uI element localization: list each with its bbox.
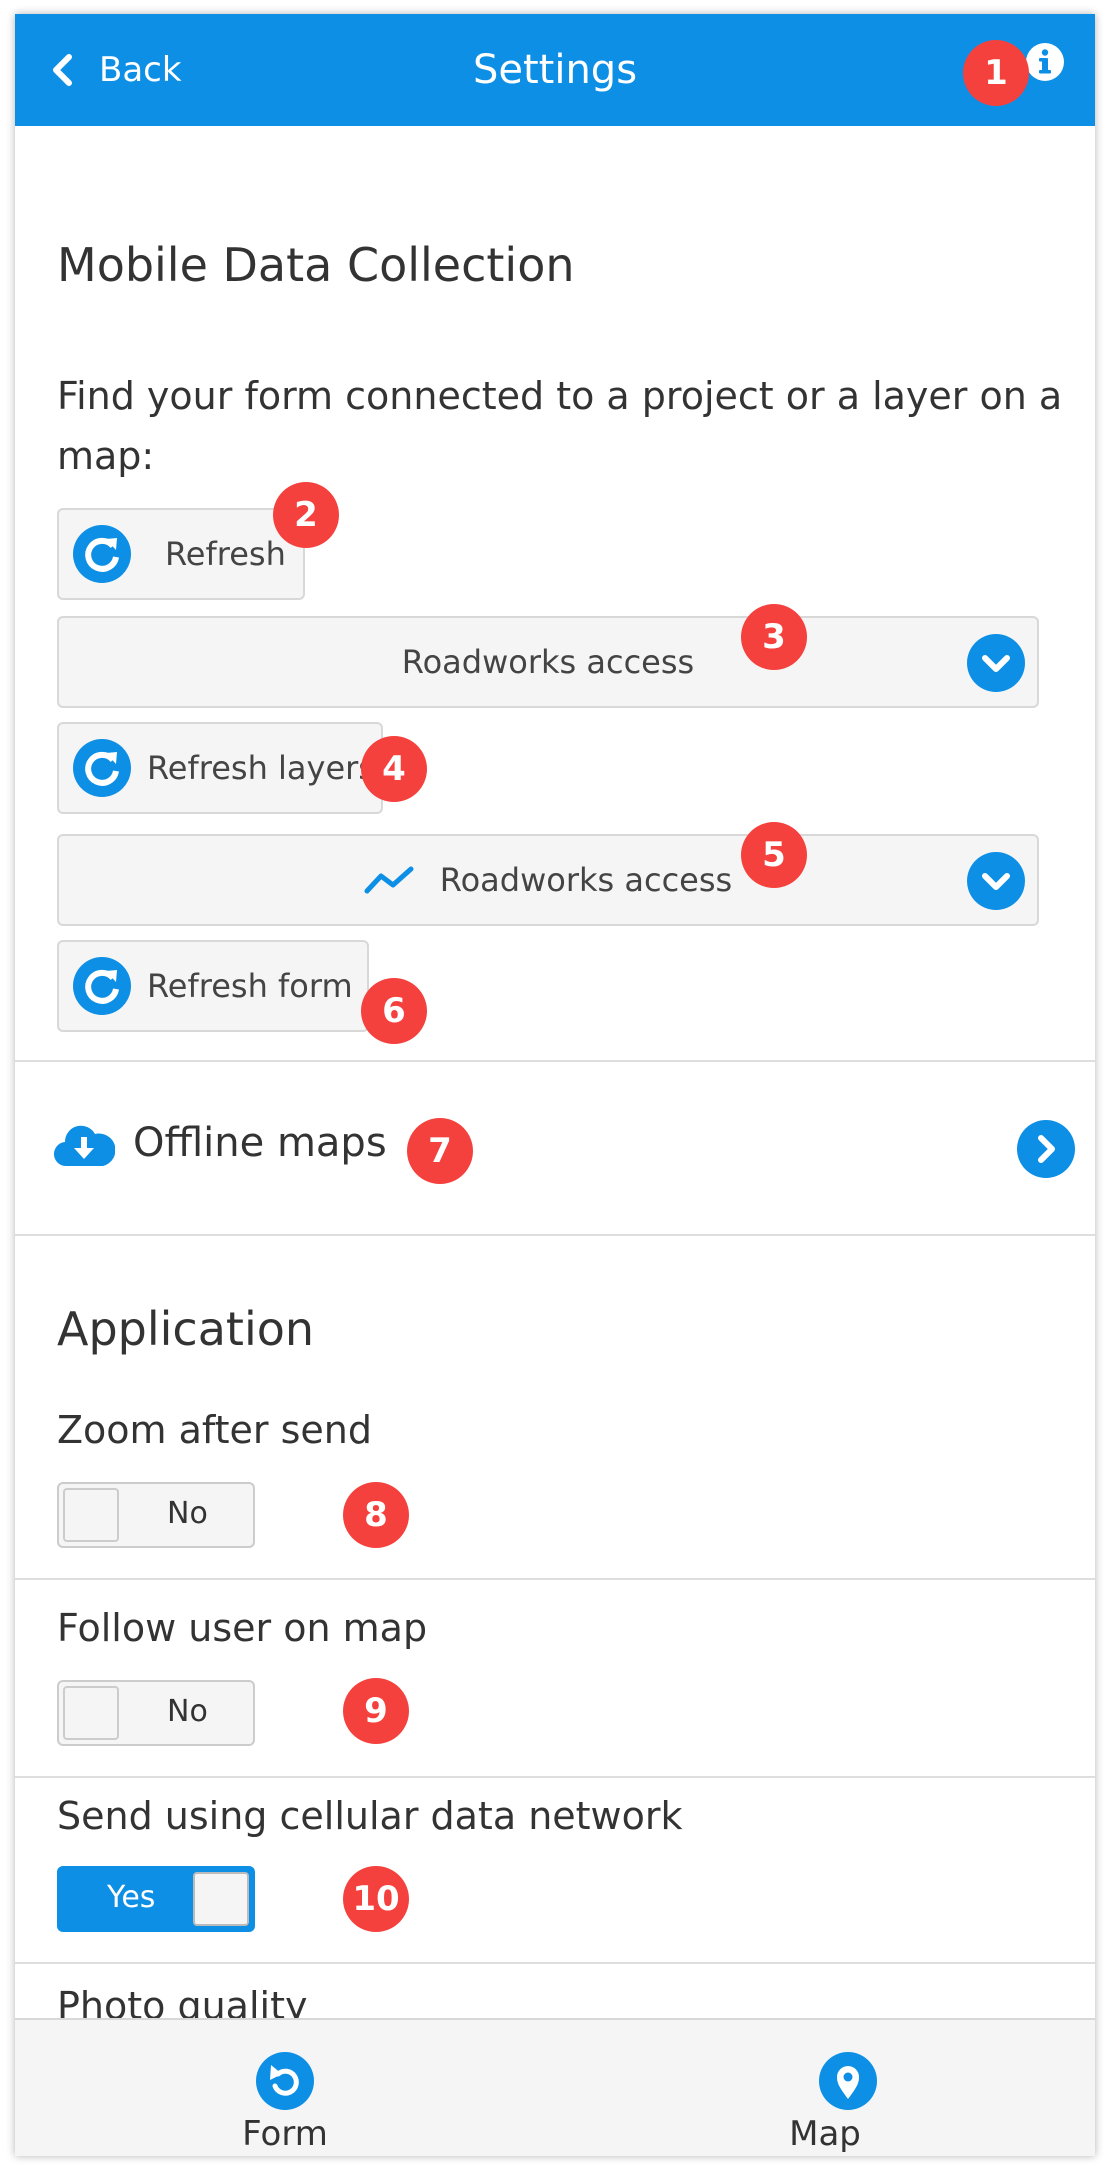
refresh-form-button[interactable]: Refresh form	[57, 940, 369, 1032]
follow-user-label: Follow user on map	[57, 1606, 428, 1650]
toggle-knob	[193, 1872, 249, 1926]
toggle-knob	[63, 1686, 119, 1740]
chevron-left-icon	[53, 54, 72, 86]
annotation-marker-4: 4	[361, 736, 427, 802]
refresh-layers-label: Refresh layers	[147, 749, 375, 787]
header-bar: Back Settings 1	[15, 14, 1095, 126]
divider	[15, 1578, 1095, 1580]
settings-content[interactable]: Mobile Data Collection Find your form co…	[15, 126, 1095, 2018]
layer-select[interactable]: Roadworks access	[57, 834, 1039, 926]
project-select[interactable]: Roadworks access	[57, 616, 1039, 708]
divider	[15, 1776, 1095, 1778]
intro-text: Find your form connected to a project or…	[57, 374, 1063, 478]
offline-maps-label: Offline maps	[133, 1120, 387, 1166]
annotation-marker-9: 9	[343, 1678, 409, 1744]
divider	[15, 1234, 1095, 1236]
annotation-marker-3: 3	[741, 604, 807, 670]
toggle-knob	[63, 1488, 119, 1542]
back-button[interactable]: Back	[49, 40, 219, 100]
cellular-data-toggle[interactable]: Yes	[57, 1866, 255, 1932]
toggle-state: No	[167, 1496, 208, 1531]
project-select-value: Roadworks access	[401, 643, 695, 681]
chevron-down-icon	[967, 852, 1025, 910]
refresh-icon	[73, 525, 131, 583]
toggle-state: No	[167, 1694, 208, 1729]
annotation-marker-6: 6	[361, 978, 427, 1044]
follow-user-toggle[interactable]: No	[57, 1680, 255, 1746]
line-layer-icon	[364, 866, 414, 894]
tab-form-label: Form	[242, 2114, 328, 2154]
annotation-marker-10: 10	[343, 1866, 409, 1932]
photo-quality-label: Photo quality	[57, 1984, 308, 2018]
annotation-marker-2: 2	[273, 482, 339, 548]
refresh-form-label: Refresh form	[147, 967, 353, 1005]
undo-icon	[256, 2052, 314, 2110]
section-title-mobile-data-collection: Mobile Data Collection	[57, 238, 575, 292]
bottom-tab-bar: Form Map	[15, 2018, 1095, 2156]
zoom-after-send-toggle[interactable]: No	[57, 1482, 255, 1548]
cloud-download-icon	[54, 1125, 115, 1167]
toggle-state: Yes	[107, 1880, 156, 1915]
chevron-right-icon	[1017, 1120, 1075, 1178]
back-label: Back	[99, 50, 182, 90]
annotation-marker-7: 7	[407, 1118, 473, 1184]
map-pin-icon	[819, 2052, 877, 2110]
tab-form[interactable]: Form	[15, 2020, 555, 2156]
refresh-icon	[73, 739, 131, 797]
tab-map[interactable]: Map	[555, 2020, 1095, 2156]
divider	[15, 1962, 1095, 1964]
offline-maps-row[interactable]: Offline maps	[15, 1062, 1095, 1236]
zoom-after-send-label: Zoom after send	[57, 1408, 372, 1452]
tab-map-label: Map	[789, 2114, 861, 2154]
refresh-icon	[73, 957, 131, 1015]
annotation-marker-5: 5	[741, 822, 807, 888]
refresh-label: Refresh	[165, 535, 286, 573]
info-icon[interactable]	[1025, 42, 1065, 82]
chevron-down-icon	[967, 634, 1025, 692]
annotation-marker-1: 1	[963, 40, 1029, 106]
refresh-button[interactable]: Refresh	[57, 508, 305, 600]
app-frame: Back Settings 1 Mobile Data Collection F…	[15, 14, 1095, 2156]
section-title-application: Application	[57, 1302, 315, 1356]
refresh-layers-button[interactable]: Refresh layers	[57, 722, 383, 814]
layer-select-value: Roadworks access	[439, 861, 733, 899]
annotation-marker-8: 8	[343, 1482, 409, 1548]
cellular-data-label: Send using cellular data network	[57, 1794, 683, 1838]
